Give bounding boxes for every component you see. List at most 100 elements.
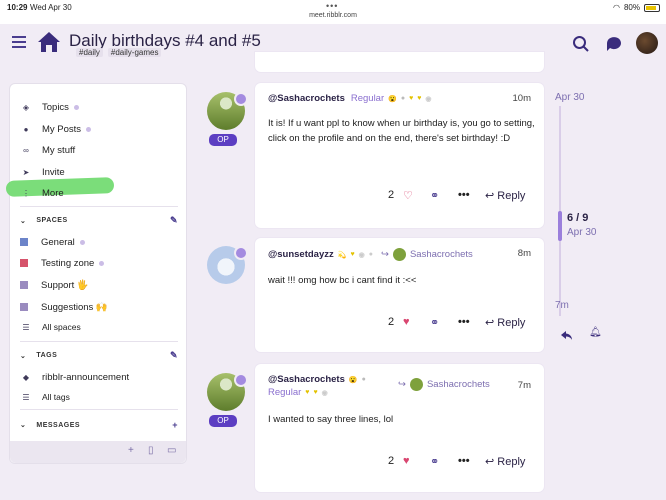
heart-filled-icon[interactable]: ♥ xyxy=(403,316,410,328)
unread-dot xyxy=(73,104,79,110)
post-header: @Sashacrochets Regular 😮 ● ♥ ♥ ◉ xyxy=(268,93,432,104)
home-icon[interactable] xyxy=(36,30,62,59)
like-count[interactable]: 2 xyxy=(388,189,394,201)
reply-arrow-icon: ↪ xyxy=(398,379,406,390)
link-icon: ∞ xyxy=(23,145,29,155)
heart-outline-icon[interactable]: ♡ xyxy=(403,189,413,202)
space-color-swatch xyxy=(20,303,28,311)
post-actions: 2 ♥ ⚭ ••• ↩ Reply xyxy=(255,316,544,332)
more-options-icon[interactable]: ••• xyxy=(458,189,470,201)
group-badge-icon xyxy=(234,246,248,260)
sidebar-item-my-stuff[interactable]: ∞ My stuff xyxy=(20,140,180,160)
sidebar-item-testing-zone[interactable]: Testing zone xyxy=(20,253,180,273)
layers-icon: ◈ xyxy=(22,102,30,112)
timeline-start-date[interactable]: Apr 30 xyxy=(555,92,584,103)
url-bar[interactable]: meet.ribblr.com xyxy=(0,12,666,19)
tag-daily-games[interactable]: #daily-games xyxy=(107,48,162,57)
post-card: @sunsetdayzz 💫 ♥ ◉ ● ↪ Sashacrochets 8m … xyxy=(255,238,544,352)
sidebar-item-support[interactable]: Support 🖐 xyxy=(20,275,180,295)
sidebar-item-topics[interactable]: ◈ Topics xyxy=(20,97,180,117)
reply-to-avatar xyxy=(409,378,423,391)
post-time[interactable]: 7m xyxy=(518,380,531,391)
post-actions: 2 ♡ ⚭ ••• ↩ Reply xyxy=(255,189,544,205)
add-icon[interactable]: + xyxy=(128,445,134,456)
heart-badge-icon: ♥ xyxy=(350,251,355,258)
timeline-current-date: Apr 30 xyxy=(567,227,597,238)
reply-to-link[interactable]: ↪ Sashacrochets xyxy=(381,248,473,261)
chevron-down-icon: ⌄ xyxy=(20,352,27,360)
sidebar-item-all-tags[interactable]: ☰ All tags xyxy=(20,387,180,407)
sidebar-item-general[interactable]: General xyxy=(20,232,180,252)
chat-icon[interactable] xyxy=(605,35,623,58)
sidebar-item-suggestions[interactable]: Suggestions 🙌 xyxy=(20,297,180,317)
previous-post-card xyxy=(255,52,544,72)
link-icon[interactable]: ⚭ xyxy=(430,189,439,202)
post-username[interactable]: @Sashacrochets xyxy=(268,93,345,104)
status-bar: 10:29 Wed Apr 30 ••• meet.ribblr.com ◠ 8… xyxy=(0,0,666,24)
divider xyxy=(20,341,178,342)
sidebar-footer: + ▯ ▭ xyxy=(10,441,186,463)
tag-daily[interactable]: #daily xyxy=(76,48,103,57)
sidebar-item-label: My stuff xyxy=(42,144,76,156)
keyboard-icon[interactable]: ▭ xyxy=(167,445,176,456)
post-body: It is! If u want ppl to know when ur bir… xyxy=(268,118,535,144)
space-color-swatch xyxy=(20,259,28,267)
post-body: I wanted to say three lines, lol xyxy=(268,414,394,425)
more-options-icon[interactable]: ••• xyxy=(458,455,470,467)
sidebar-item-more[interactable]: ⋮ More xyxy=(20,183,180,203)
wifi-icon: ◠ xyxy=(613,3,620,12)
link-icon[interactable]: ⚭ xyxy=(430,455,439,468)
user-avatar[interactable] xyxy=(636,32,658,54)
heart-badge-icon: ♥ xyxy=(305,389,310,396)
tags-section-header[interactable]: ⌄ TAGS ✎ xyxy=(20,350,178,361)
sidebar-item-my-posts[interactable]: ● My Posts xyxy=(20,119,180,139)
op-badge: OP xyxy=(209,415,237,427)
mobile-icon[interactable]: ▯ xyxy=(148,445,154,456)
edit-spaces-icon[interactable]: ✎ xyxy=(170,215,178,226)
send-icon: ➤ xyxy=(22,167,30,177)
sidebar-item-label: Invite xyxy=(42,166,65,178)
reply-arrow-icon: ↪ xyxy=(380,249,389,260)
timeline-end-label[interactable]: 7m xyxy=(555,300,569,311)
unread-dot xyxy=(99,260,105,266)
post-username[interactable]: @Sashacrochets xyxy=(268,374,345,385)
reply-to-link[interactable]: ↪ Sashacrochets xyxy=(398,378,490,391)
topic-timeline[interactable]: Apr 30 6 / 9 Apr 30 7m xyxy=(555,90,625,350)
reply-button[interactable]: ↩ Reply xyxy=(485,455,525,468)
sidebar-item-all-spaces[interactable]: ☰ All spaces xyxy=(20,317,180,337)
more-dots-icon[interactable]: ••• xyxy=(326,1,338,11)
like-count[interactable]: 2 xyxy=(388,316,394,328)
timeline-handle[interactable] xyxy=(558,211,562,241)
reply-arrow-icon[interactable] xyxy=(561,328,573,346)
messages-section-header[interactable]: ⌄ MESSAGES + xyxy=(20,420,178,430)
list-icon: ☰ xyxy=(22,392,30,402)
emoji-badge-icon: 😮 xyxy=(348,376,358,384)
hamburger-menu-icon[interactable] xyxy=(12,36,26,51)
add-message-icon[interactable]: + xyxy=(172,420,178,430)
post-time[interactable]: 8m xyxy=(518,248,531,259)
user-flair: Regular xyxy=(350,93,385,104)
post-card: @Sashacrochets Regular 😮 ● ♥ ♥ ◉ 10m It … xyxy=(255,83,544,228)
list-icon: ☰ xyxy=(22,322,30,332)
more-icon: ⋮ xyxy=(22,188,30,198)
divider xyxy=(20,206,178,207)
divider xyxy=(20,409,178,410)
topic-tags: #daily #daily-games xyxy=(76,48,162,57)
bell-icon[interactable]: 🔔︎ xyxy=(589,327,602,338)
like-count[interactable]: 2 xyxy=(388,455,394,467)
sidebar-item-invite[interactable]: ➤ Invite xyxy=(20,162,180,182)
post-time[interactable]: 10m xyxy=(513,93,531,104)
reply-button[interactable]: ↩ Reply xyxy=(485,189,525,202)
spaces-section-header[interactable]: ⌄ SPACES ✎ xyxy=(20,215,178,226)
space-color-swatch xyxy=(20,281,28,289)
sidebar-item-tag[interactable]: ◆ ribblr-announcement xyxy=(20,367,180,387)
heart-filled-icon[interactable]: ♥ xyxy=(403,455,410,467)
edit-tags-icon[interactable]: ✎ xyxy=(170,350,178,361)
heart-badge-icon: ♥ xyxy=(409,95,414,102)
reply-button[interactable]: ↩ Reply xyxy=(485,316,525,329)
timeline-position: 6 / 9 xyxy=(567,212,589,224)
post-username[interactable]: @sunsetdayzz xyxy=(268,249,334,260)
more-options-icon[interactable]: ••• xyxy=(458,316,470,328)
search-icon[interactable] xyxy=(572,35,590,58)
link-icon[interactable]: ⚭ xyxy=(430,316,439,329)
